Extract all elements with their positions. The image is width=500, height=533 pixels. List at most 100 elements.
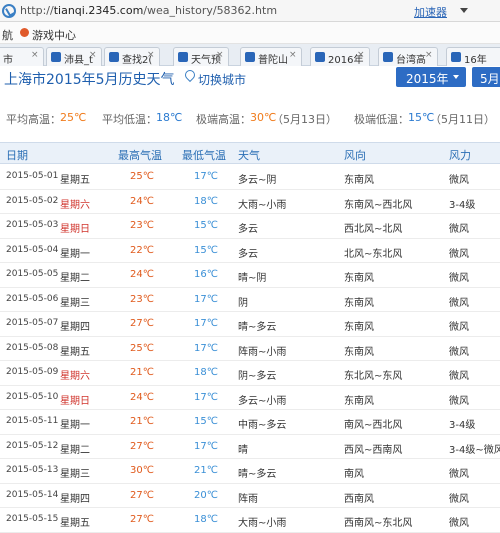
close-icon[interactable]: × [289, 51, 298, 60]
browser-tab[interactable]: 2016年 × [310, 47, 370, 66]
fav-item-nav[interactable]: 航 [2, 27, 13, 43]
cell-weather: 阵雨~小雨 [238, 346, 287, 358]
fav-item-game-center[interactable]: 游戏中心 [32, 27, 76, 43]
close-icon[interactable]: × [216, 51, 225, 60]
browser-tab[interactable]: 查找2( × [104, 47, 160, 66]
url-prefix: http:// [20, 4, 54, 17]
cell-wind-power: 微风 [449, 322, 469, 333]
table-row: 2015-05-06 星期三 23℃ 17℃ 阴 东南风 微风 [0, 288, 500, 312]
cell-weather: 阴 [238, 297, 248, 309]
table-row: 2015-05-08 星期五 25℃ 17℃ 阵雨~小雨 东南风 微风 [0, 337, 500, 361]
cell-wind-direction: 南风~西北风 [344, 420, 403, 431]
paw-icon [451, 52, 461, 62]
cell-weekday: 星期日 [60, 224, 90, 235]
table-row: 2015-05-04 星期一 22℃ 15℃ 多云 北风~东北风 微风 [0, 239, 500, 263]
cell-wind-power: 微风 [449, 297, 469, 309]
cell-date: 2015-05-15 [6, 514, 59, 524]
close-icon[interactable]: × [357, 51, 366, 60]
switch-city-link[interactable]: 切换城市 [198, 71, 246, 88]
address-bar[interactable]: http://tianqi.2345.com/wea_history/58362… [0, 0, 500, 22]
year-select-value: 2015年 [406, 72, 449, 86]
location-pin-icon [184, 70, 194, 83]
max-high-label: 极端高温： [196, 113, 251, 126]
cell-weekday: 星期日 [60, 395, 90, 407]
cell-low-temp: 17℃ [194, 171, 218, 182]
cell-date: 2015-05-11 [6, 416, 59, 426]
url-path: /wea_history/58362.htm [143, 4, 278, 17]
cell-weather: 阵雨 [238, 493, 258, 505]
avg-high-label: 平均高温： [6, 113, 61, 126]
cell-weekday: 星期三 [60, 469, 90, 480]
chevron-down-icon[interactable] [458, 5, 470, 17]
cell-high-temp: 23℃ [130, 293, 154, 305]
cell-wind-direction: 东南风 [344, 175, 374, 186]
close-icon[interactable]: × [31, 51, 40, 60]
avg-low-value: 18℃ [156, 111, 183, 124]
page-title: 上海市2015年5月历史天气 [4, 72, 175, 88]
game-center-icon [20, 28, 29, 37]
paw-icon [178, 52, 188, 62]
close-icon[interactable]: × [425, 51, 434, 60]
cell-high-temp: 24℃ [130, 391, 154, 403]
cell-wind-power: 微风 [449, 248, 469, 260]
cell-weekday: 星期四 [60, 322, 90, 333]
close-icon[interactable]: × [147, 51, 156, 60]
cell-low-temp: 17℃ [194, 318, 218, 329]
cell-weather: 晴 [238, 444, 248, 456]
cell-date: 2015-05-14 [6, 489, 59, 500]
cell-low-temp: 18℃ [194, 514, 218, 525]
cell-wind-power: 微风 [449, 175, 469, 186]
browser-tab[interactable]: 市 × [0, 47, 44, 66]
paw-icon [51, 52, 61, 62]
paw-icon [315, 52, 325, 62]
cell-wind-power: 微风 [449, 346, 469, 358]
cell-low-temp: 17℃ [194, 391, 218, 403]
cell-wind-power: 微风 [449, 224, 469, 235]
cell-wind-power: 微风 [449, 518, 469, 529]
cell-wind-direction: 西北风~北风 [344, 224, 403, 235]
avg-low-label: 平均低温： [102, 113, 157, 126]
cell-high-temp: 27℃ [130, 318, 154, 329]
tab-label: 16年 [464, 55, 487, 66]
cell-high-temp: 27℃ [130, 489, 154, 501]
url-field[interactable]: http://tianqi.2345.com/wea_history/58362… [20, 4, 277, 17]
browser-tab[interactable]: 普陀山 × [240, 47, 302, 66]
cell-high-temp: 27℃ [130, 440, 154, 452]
cell-weather: 多云~小雨 [238, 395, 287, 407]
close-icon[interactable]: × [89, 51, 98, 60]
cell-date: 2015-05-01 [6, 171, 59, 181]
cell-low-temp: 17℃ [194, 342, 218, 354]
cell-low-temp: 17℃ [194, 440, 218, 452]
cell-low-temp: 18℃ [194, 367, 218, 378]
year-select[interactable]: 2015年 [396, 67, 466, 87]
browser-tab[interactable]: 天气预 × [173, 47, 229, 66]
browser-tab[interactable]: 台湾高 × [378, 47, 438, 66]
cell-wind-direction: 东南风 [344, 346, 374, 358]
accelerator-link[interactable]: 加速器 [414, 4, 447, 20]
cell-weekday: 星期四 [60, 493, 90, 505]
tab-label: 台湾高 [396, 55, 426, 66]
cell-weekday: 星期一 [60, 420, 90, 431]
summary-stats: 平均高温： 25℃ 平均低温： 18℃ 极端高温： 30℃ （5月13日） 极端… [0, 108, 500, 128]
cell-high-temp: 21℃ [130, 367, 154, 378]
paw-icon [109, 52, 119, 62]
cell-date: 2015-05-04 [6, 244, 59, 255]
browser-tab[interactable]: 沛县_t × [46, 47, 102, 66]
cell-high-temp: 24℃ [130, 269, 154, 280]
cell-wind-direction: 东北风~东风 [344, 371, 403, 382]
cell-high-temp: 30℃ [130, 465, 154, 476]
cell-wind-direction: 东南风~西北风 [344, 199, 413, 211]
header-power: 风力 [449, 149, 471, 162]
header-weather: 天气 [238, 149, 260, 162]
cell-wind-direction: 北风~东北风 [344, 248, 403, 260]
cell-high-temp: 24℃ [130, 195, 154, 207]
browser-tab[interactable]: 16年 [446, 47, 500, 66]
table-header: 日期 最高气温 最低气温 天气 风向 风力 [0, 142, 500, 164]
cell-wind-power: 微风 [449, 273, 469, 284]
cell-wind-power: 微风 [449, 493, 469, 505]
cell-weekday: 星期五 [60, 518, 90, 529]
month-select[interactable]: 5月 [472, 67, 500, 87]
cell-date: 2015-05-03 [6, 220, 59, 230]
table-row: 2015-05-11 星期一 21℃ 15℃ 中雨~多云 南风~西北风 3-4级 [0, 410, 500, 435]
table-row: 2015-05-03 星期日 23℃ 15℃ 多云 西北风~北风 微风 [0, 214, 500, 239]
